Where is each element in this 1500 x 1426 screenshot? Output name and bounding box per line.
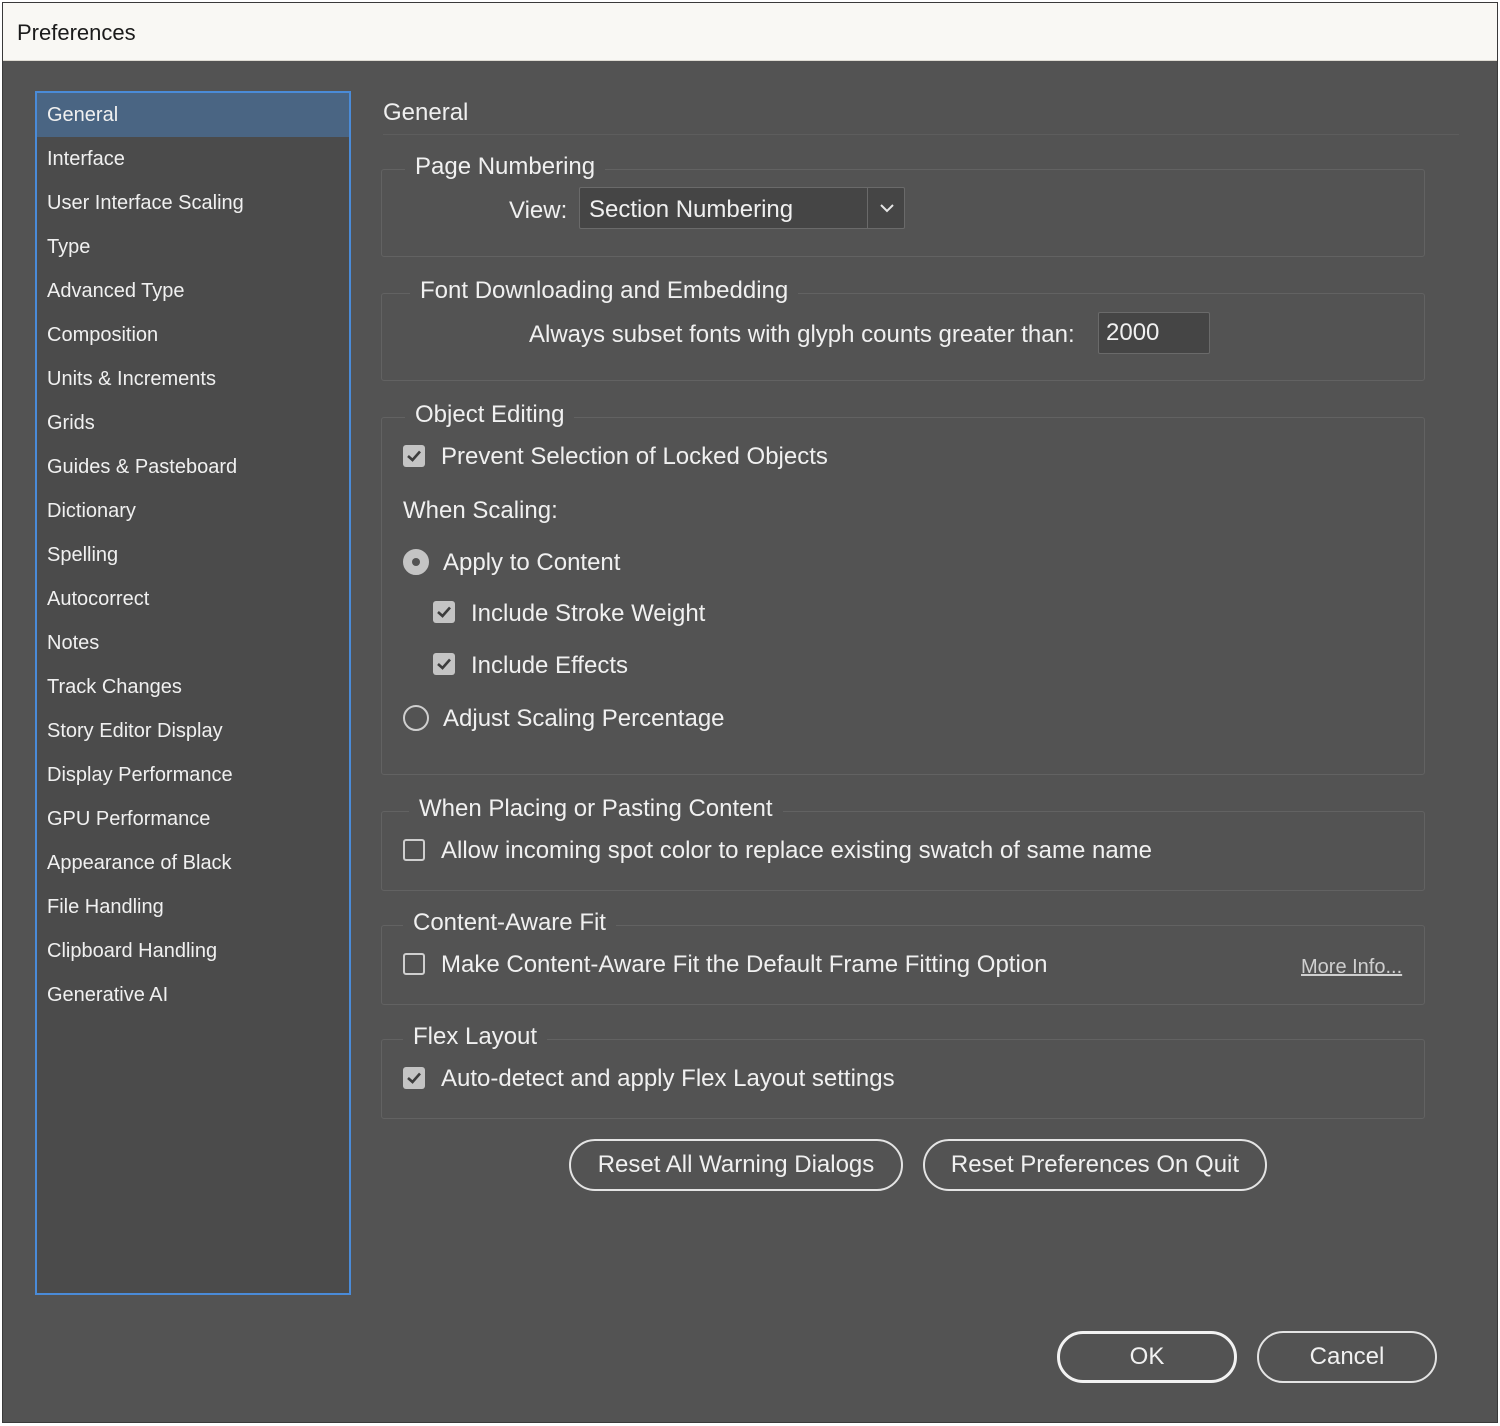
content-aware-default-label: Make Content-Aware Fit the Default Frame… [441,951,1048,978]
sidebar-item-user-interface-scaling[interactable]: User Interface Scaling [37,181,349,225]
placing-pasting-label: When Placing or Pasting Content [409,795,783,823]
sidebar-item-track-changes[interactable]: Track Changes [37,665,349,709]
adjust-scaling-label: Adjust Scaling Percentage [443,705,725,732]
sidebar-item-display-performance[interactable]: Display Performance [37,753,349,797]
include-effects-checkbox[interactable] [433,653,455,675]
sidebar-item-type[interactable]: Type [37,225,349,269]
prevent-selection-checkbox[interactable] [403,445,425,467]
content-aware-default-checkbox[interactable] [403,953,425,975]
include-stroke-weight-label: Include Stroke Weight [471,600,706,627]
panel-title: General [383,99,469,126]
allow-spot-color-checkbox[interactable] [403,839,425,861]
apply-to-content-label: Apply to Content [443,549,621,576]
when-scaling-label: When Scaling: [403,497,558,524]
sidebar-item-guides-pasteboard[interactable]: Guides & Pasteboard [37,445,349,489]
font-downloading-label: Font Downloading and Embedding [410,277,799,305]
sidebar-item-gpu-performance[interactable]: GPU Performance [37,797,349,841]
page-numbering-view-select[interactable]: Section Numbering [579,187,905,229]
sidebar-item-grids[interactable]: Grids [37,401,349,445]
sidebar-item-interface[interactable]: Interface [37,137,349,181]
prevent-selection-label: Prevent Selection of Locked Objects [441,443,828,470]
include-stroke-weight-checkbox[interactable] [433,601,455,623]
sidebar-item-clipboard-handling[interactable]: Clipboard Handling [37,929,349,973]
allow-spot-color-label: Allow incoming spot color to replace exi… [441,837,1152,864]
sidebar-item-story-editor-display[interactable]: Story Editor Display [37,709,349,753]
sidebar-item-autocorrect[interactable]: Autocorrect [37,577,349,621]
view-select-value: Section Numbering [589,196,794,223]
object-editing-label: Object Editing [405,401,575,429]
checkmark-icon [407,1072,421,1084]
select-divider [867,188,868,228]
subset-fonts-label: Always subset fonts with glyph counts gr… [529,321,1075,348]
sidebar-item-appearance-of-black[interactable]: Appearance of Black [37,841,349,885]
include-effects-label: Include Effects [471,652,628,679]
ok-button[interactable]: OK [1057,1331,1237,1383]
flex-layout-label: Flex Layout [403,1023,548,1051]
glyph-count-input[interactable]: 2000 [1098,312,1210,354]
reset-warning-dialogs-button[interactable]: Reset All Warning Dialogs [569,1139,903,1191]
title-bar: Preferences [3,3,1497,61]
category-list[interactable]: General Interface User Interface Scaling… [35,91,351,1295]
chevron-down-icon[interactable] [876,197,898,219]
more-info-link[interactable]: More Info... [1301,956,1402,979]
checkmark-icon [407,450,421,462]
content-aware-fit-label: Content-Aware Fit [403,909,616,937]
sidebar-item-composition[interactable]: Composition [37,313,349,357]
sidebar-item-dictionary[interactable]: Dictionary [37,489,349,533]
flex-layout-auto-detect-checkbox[interactable] [403,1067,425,1089]
sidebar-item-file-handling[interactable]: File Handling [37,885,349,929]
window-title: Preferences [17,20,136,45]
sidebar-item-notes[interactable]: Notes [37,621,349,665]
flex-layout-auto-detect-label: Auto-detect and apply Flex Layout settin… [441,1065,895,1092]
reset-preferences-button[interactable]: Reset Preferences On Quit [923,1139,1267,1191]
view-label: View: [509,197,568,224]
title-divider [383,134,1459,135]
checkmark-icon [437,658,451,670]
cancel-button[interactable]: Cancel [1257,1331,1437,1383]
checkmark-icon [437,606,451,618]
apply-to-content-radio[interactable] [403,549,429,575]
page-numbering-label: Page Numbering [405,153,606,181]
sidebar-item-spelling[interactable]: Spelling [37,533,349,577]
sidebar-item-advanced-type[interactable]: Advanced Type [37,269,349,313]
sidebar-item-units-increments[interactable]: Units & Increments [37,357,349,401]
sidebar-item-general[interactable]: General [37,93,349,137]
adjust-scaling-radio[interactable] [403,705,429,731]
sidebar-item-generative-ai[interactable]: Generative AI [37,973,349,1017]
preferences-window: Preferences General Interface User Inter… [2,2,1498,1423]
